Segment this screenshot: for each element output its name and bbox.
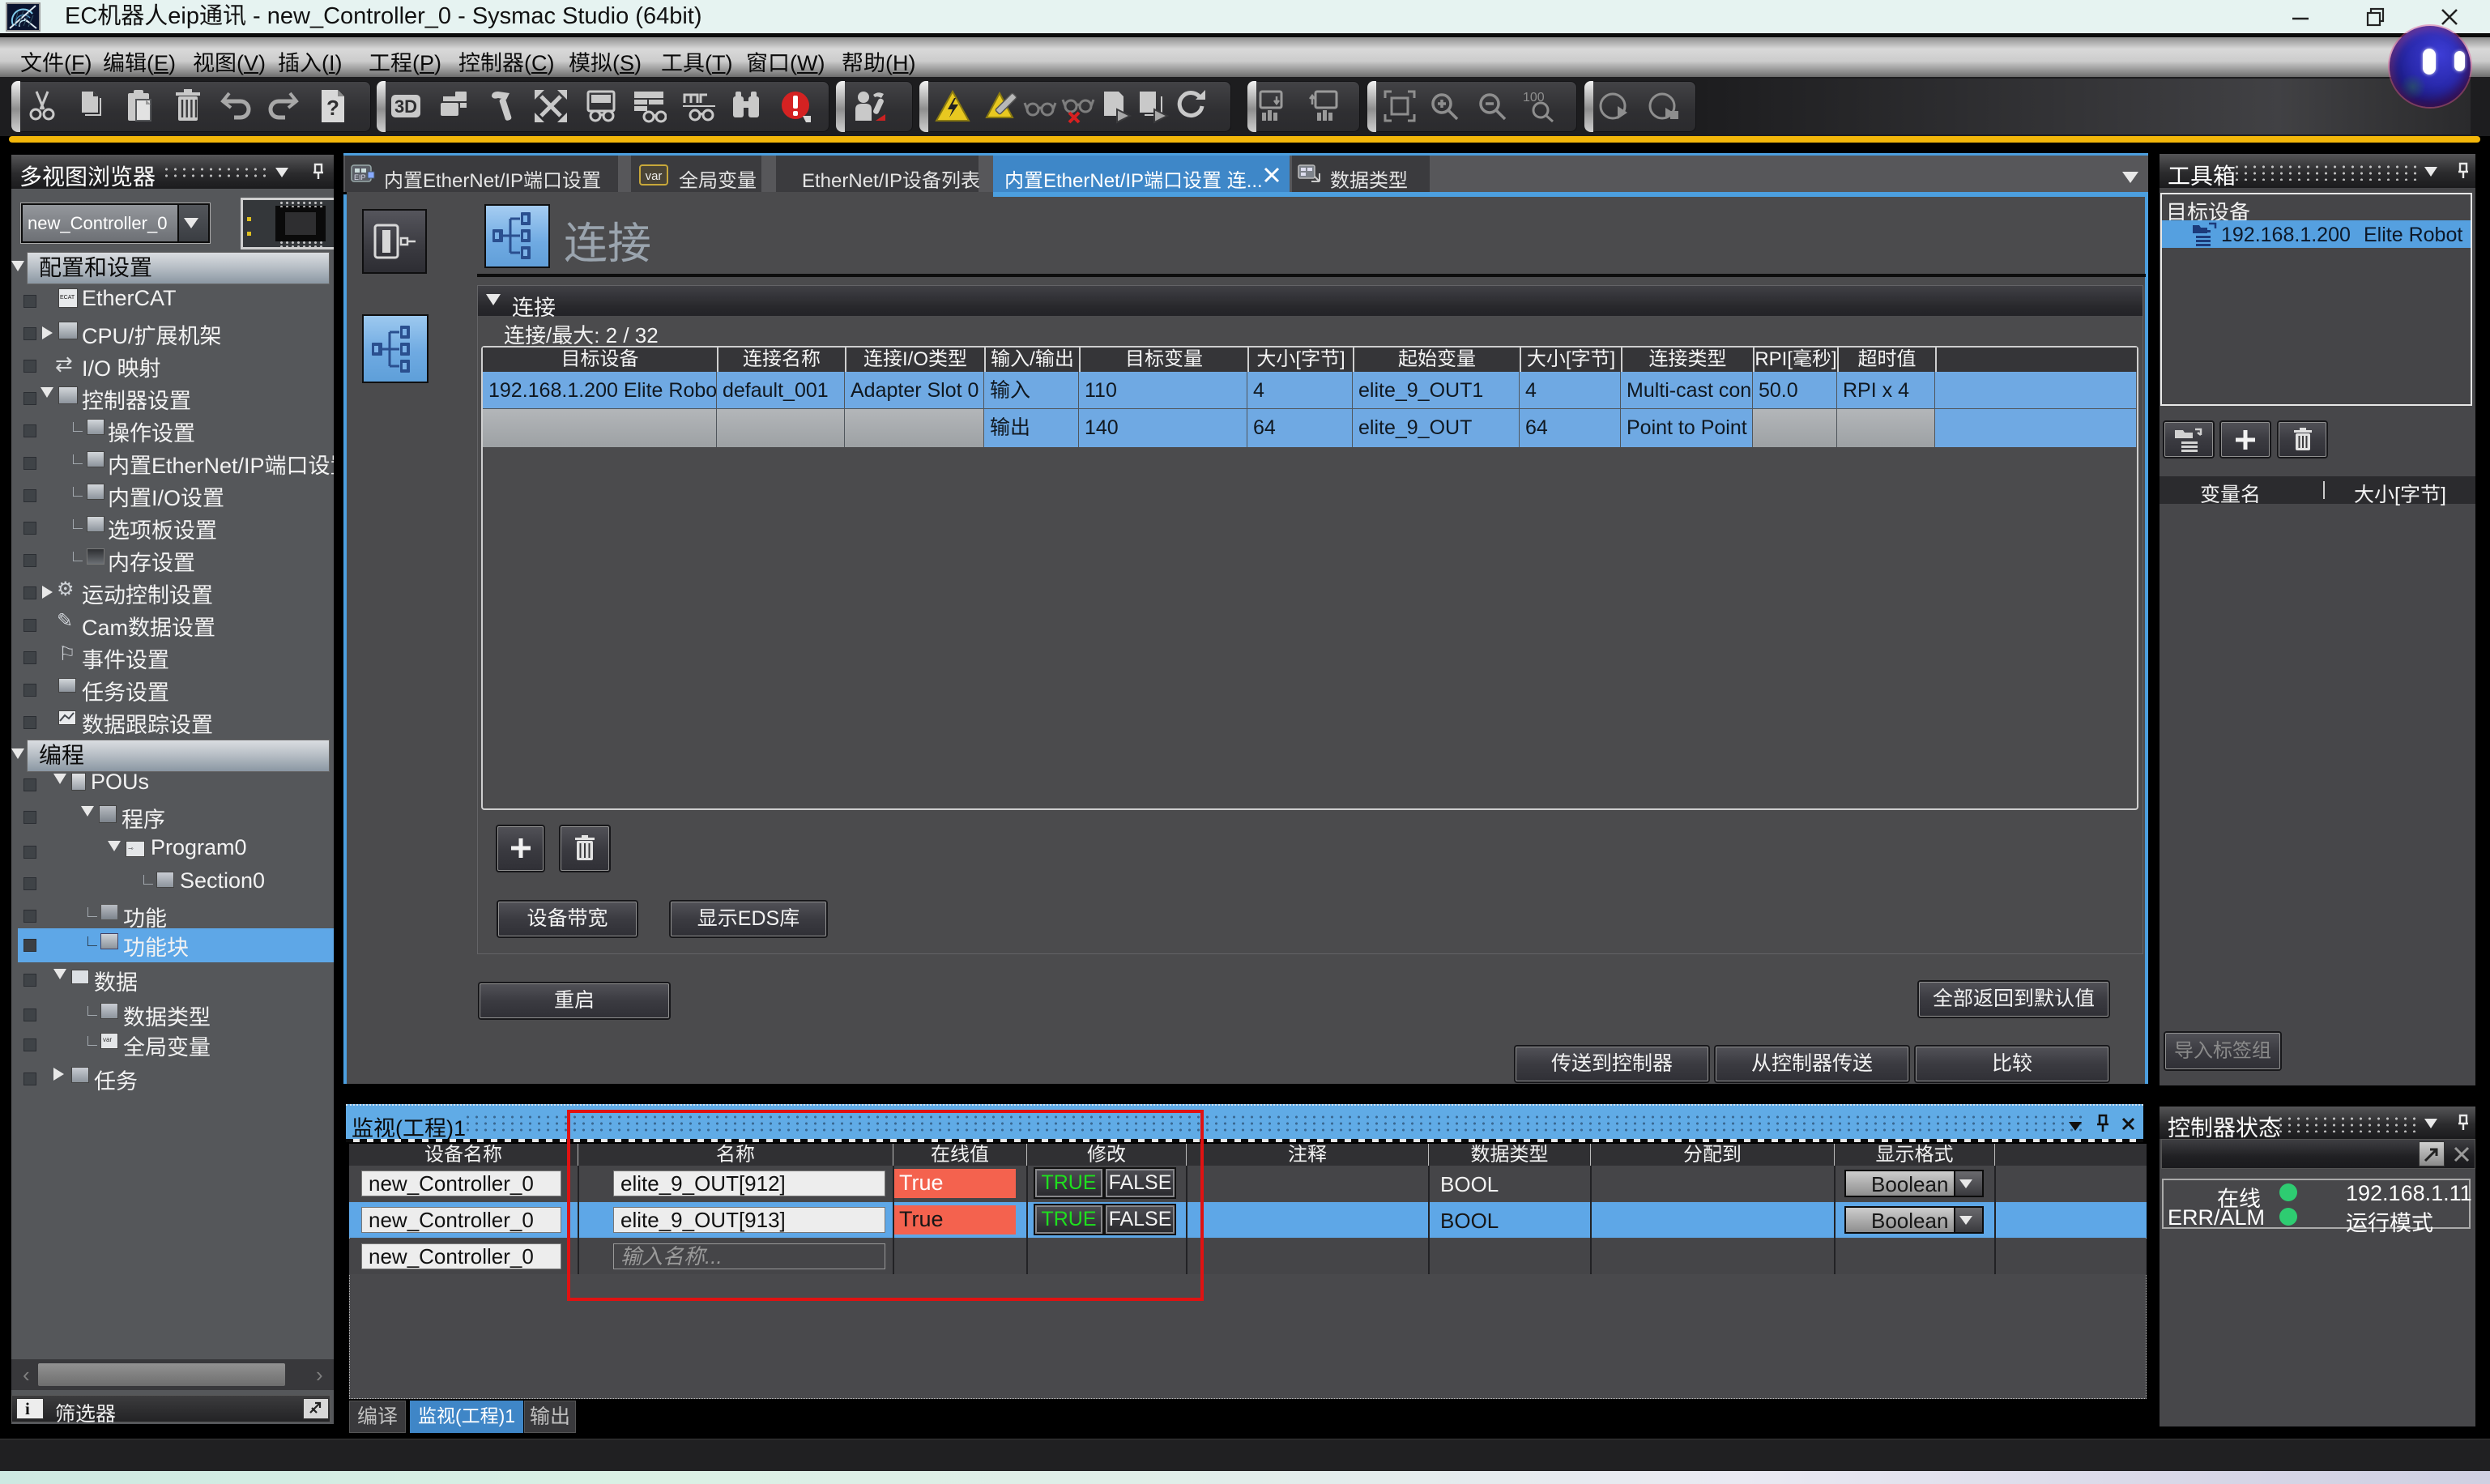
svg-text:var: var — [646, 169, 663, 183]
svg-text:EIP: EIP — [354, 173, 366, 181]
svg-text:3D: 3D — [394, 96, 417, 117]
svg-text:?: ? — [326, 96, 339, 120]
